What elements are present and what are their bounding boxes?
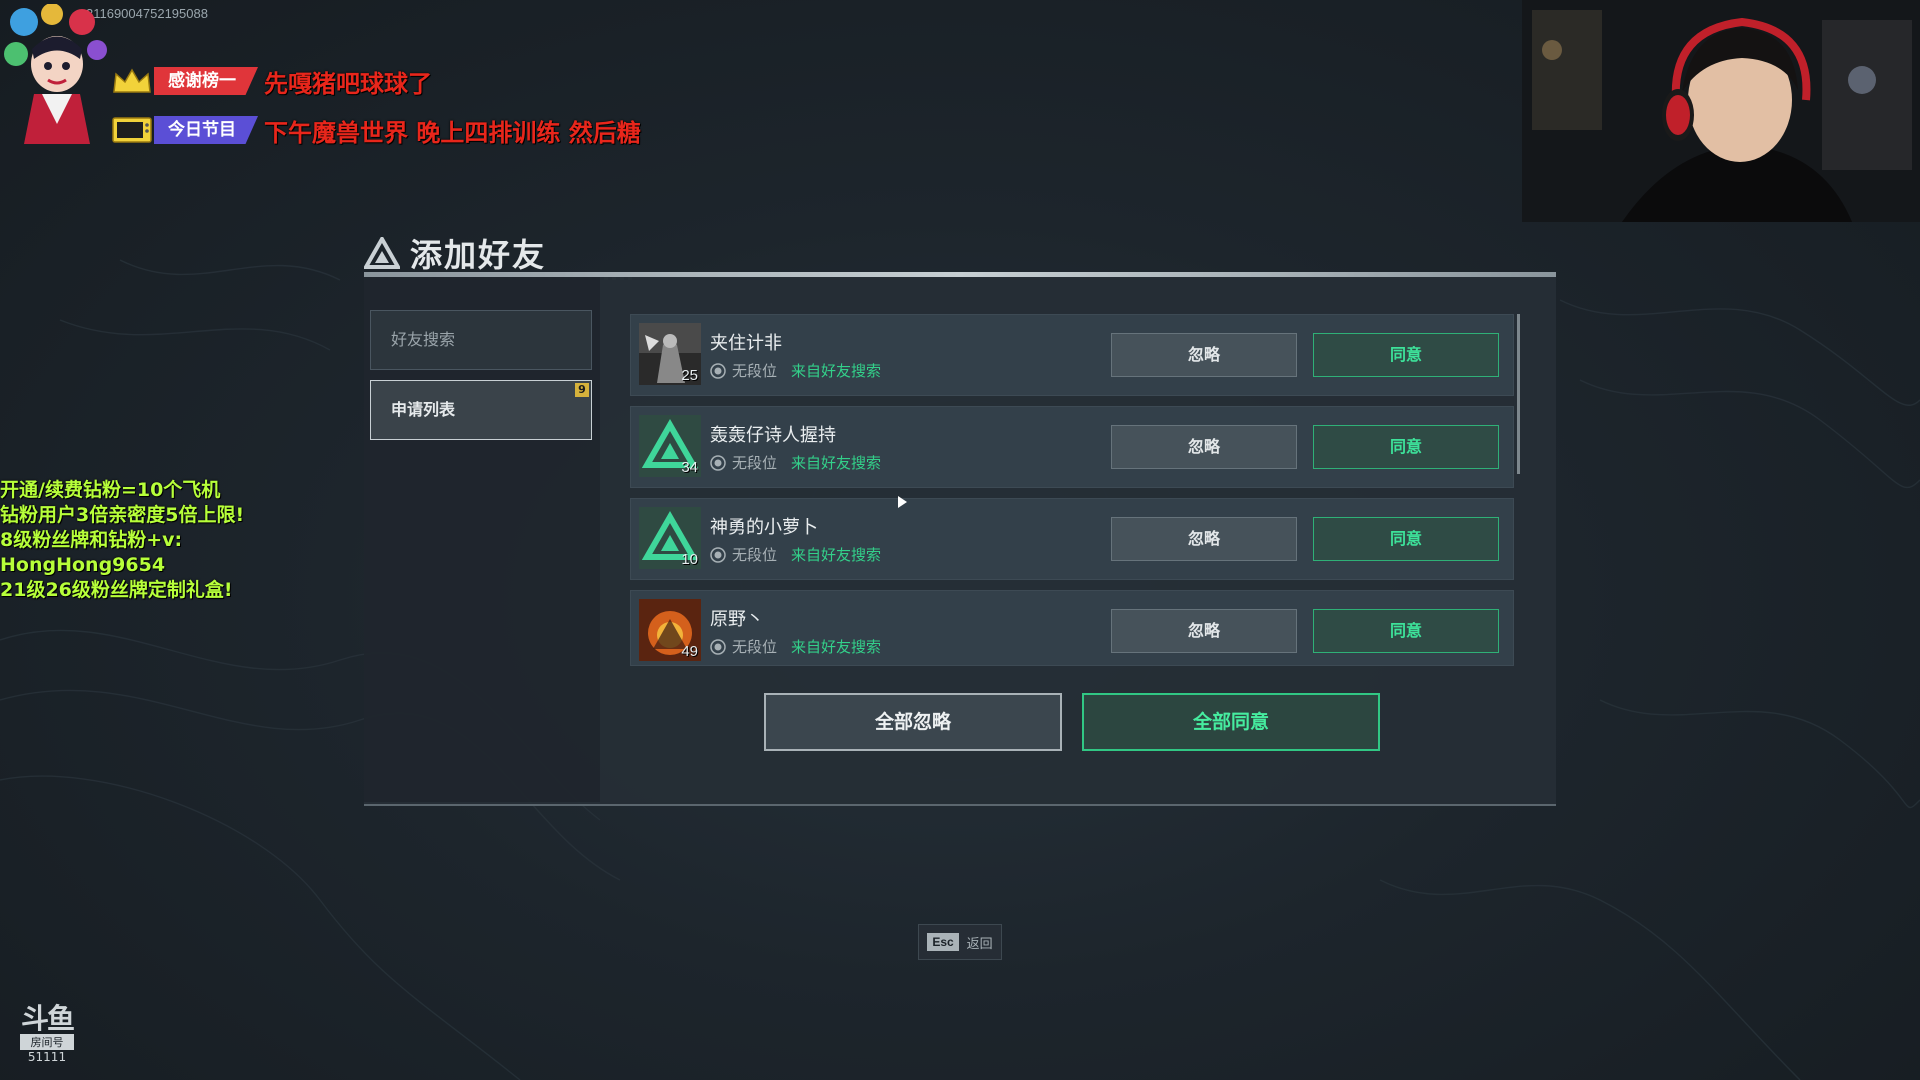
avatar-level: 25 bbox=[681, 367, 698, 384]
mouse-cursor-icon bbox=[898, 496, 907, 508]
thanks-tag-label: 感谢榜一 bbox=[154, 67, 258, 95]
request-source: 来自好友搜索 bbox=[791, 546, 882, 564]
douyu-logo-text: 斗鱼 bbox=[20, 1002, 75, 1035]
thanks-tag-text: 先嘎猪吧球球了 bbox=[264, 69, 432, 98]
promo-text: 开通/续费钻粉=10个飞机 钻粉用户3倍亲密度5倍上限! 8级粉丝牌和钻粉+v:… bbox=[0, 478, 244, 603]
requester-name: 神勇的小萝卜 bbox=[710, 517, 818, 538]
promo-line: HongHong9654 bbox=[0, 554, 166, 576]
accept-button[interactable]: 同意 bbox=[1313, 609, 1499, 653]
request-meta: 无段位 来自好友搜索 bbox=[710, 636, 881, 657]
sidebar: 好友搜索 申请列表 9 bbox=[364, 277, 600, 802]
avatar: 10 bbox=[639, 507, 701, 569]
accept-button[interactable]: 同意 bbox=[1313, 333, 1499, 377]
list-scrollbar[interactable] bbox=[1517, 314, 1520, 474]
douyu-room-number: 51111 bbox=[27, 1050, 67, 1064]
avatar-level: 34 bbox=[681, 459, 698, 476]
triangle-logo-icon bbox=[364, 237, 400, 269]
dialog-title: 添加好友 bbox=[410, 236, 547, 274]
rank-text: 无段位 bbox=[732, 546, 778, 564]
avatar: 25 bbox=[639, 323, 701, 385]
crown-icon bbox=[110, 66, 154, 96]
avatar: 49 bbox=[639, 599, 701, 661]
douyu-room-label: 房间号 bbox=[20, 1034, 74, 1050]
requester-name: 原野丶 bbox=[710, 609, 764, 630]
avatar-level: 10 bbox=[681, 551, 698, 568]
rank-text: 无段位 bbox=[732, 454, 778, 472]
promo-line: 21级26级粉丝牌定制礼盒! bbox=[0, 579, 233, 601]
request-source: 来自好友搜索 bbox=[791, 454, 882, 472]
esc-back-button[interactable]: Esc 返回 bbox=[918, 924, 1002, 960]
requester-name: 夹住计非 bbox=[710, 333, 782, 354]
ignore-button[interactable]: 忽略 bbox=[1111, 333, 1297, 377]
dialog-header: 添加好友 bbox=[364, 230, 634, 280]
avatar: 34 bbox=[639, 415, 701, 477]
avatar-level: 49 bbox=[681, 643, 698, 660]
request-row: 25 夹住计非 无段位 来自好友搜索 忽略 同意 bbox=[630, 314, 1514, 396]
rank-icon bbox=[710, 362, 726, 379]
tab-request-list-label: 申请列表 bbox=[391, 400, 456, 419]
accept-all-button[interactable]: 全部同意 bbox=[1082, 693, 1380, 751]
ignore-button[interactable]: 忽略 bbox=[1111, 609, 1297, 653]
promo-line: 8级粉丝牌和钻粉+v: bbox=[0, 529, 183, 551]
request-count-badge: 9 bbox=[575, 383, 589, 397]
tab-friend-search-label: 好友搜索 bbox=[391, 330, 456, 349]
rank-icon bbox=[710, 546, 726, 563]
webcam-feed bbox=[1522, 0, 1920, 222]
accept-button[interactable]: 同意 bbox=[1313, 425, 1499, 469]
ignore-button[interactable]: 忽略 bbox=[1111, 425, 1297, 469]
esc-key-icon: Esc bbox=[927, 933, 959, 951]
request-row: 49 原野丶 无段位 来自好友搜索 忽略 同意 bbox=[630, 590, 1514, 666]
program-tag-label: 今日节目 bbox=[154, 116, 258, 144]
ignore-button[interactable]: 忽略 bbox=[1111, 517, 1297, 561]
thanks-tag-row: 感谢榜一 先嘎猪吧球球了 bbox=[110, 64, 432, 98]
esc-back-label: 返回 bbox=[966, 936, 993, 952]
ignore-all-button[interactable]: 全部忽略 bbox=[764, 693, 1062, 751]
rank-icon bbox=[710, 454, 726, 471]
rank-text: 无段位 bbox=[732, 362, 778, 380]
accept-button[interactable]: 同意 bbox=[1313, 517, 1499, 561]
request-row: 10 神勇的小萝卜 无段位 来自好友搜索 忽略 同意 bbox=[630, 498, 1514, 580]
request-source: 来自好友搜索 bbox=[791, 362, 882, 380]
request-meta: 无段位 来自好友搜索 bbox=[710, 544, 881, 565]
program-tag-text: 下午魔兽世界 晚上四排训练 然后糖 bbox=[264, 118, 641, 147]
rank-text: 无段位 bbox=[732, 638, 778, 656]
tv-icon bbox=[110, 115, 154, 145]
program-tag-row: 今日节目 下午魔兽世界 晚上四排训练 然后糖 bbox=[110, 113, 641, 147]
requester-name: 轰轰仔诗人握持 bbox=[710, 425, 836, 446]
promo-line: 开通/续费钻粉=10个飞机 bbox=[0, 479, 221, 501]
request-source: 来自好友搜索 bbox=[791, 638, 882, 656]
jester-mascot-icon bbox=[4, 4, 107, 144]
douyu-logo: 斗鱼 房间号 51111 bbox=[14, 1004, 80, 1064]
request-meta: 无段位 来自好友搜索 bbox=[710, 360, 881, 381]
tab-request-list[interactable]: 申请列表 9 bbox=[370, 380, 592, 440]
tab-friend-search[interactable]: 好友搜索 bbox=[370, 310, 592, 370]
request-meta: 无段位 来自好友搜索 bbox=[710, 452, 881, 473]
rank-icon bbox=[710, 638, 726, 655]
add-friend-panel: 好友搜索 申请列表 9 25 夹住计非 无段位 来自好友搜索 忽略 同意 34 … bbox=[364, 272, 1556, 806]
promo-line: 钻粉用户3倍亲密度5倍上限! bbox=[0, 504, 245, 526]
request-row: 34 轰轰仔诗人握持 无段位 来自好友搜索 忽略 同意 bbox=[630, 406, 1514, 488]
